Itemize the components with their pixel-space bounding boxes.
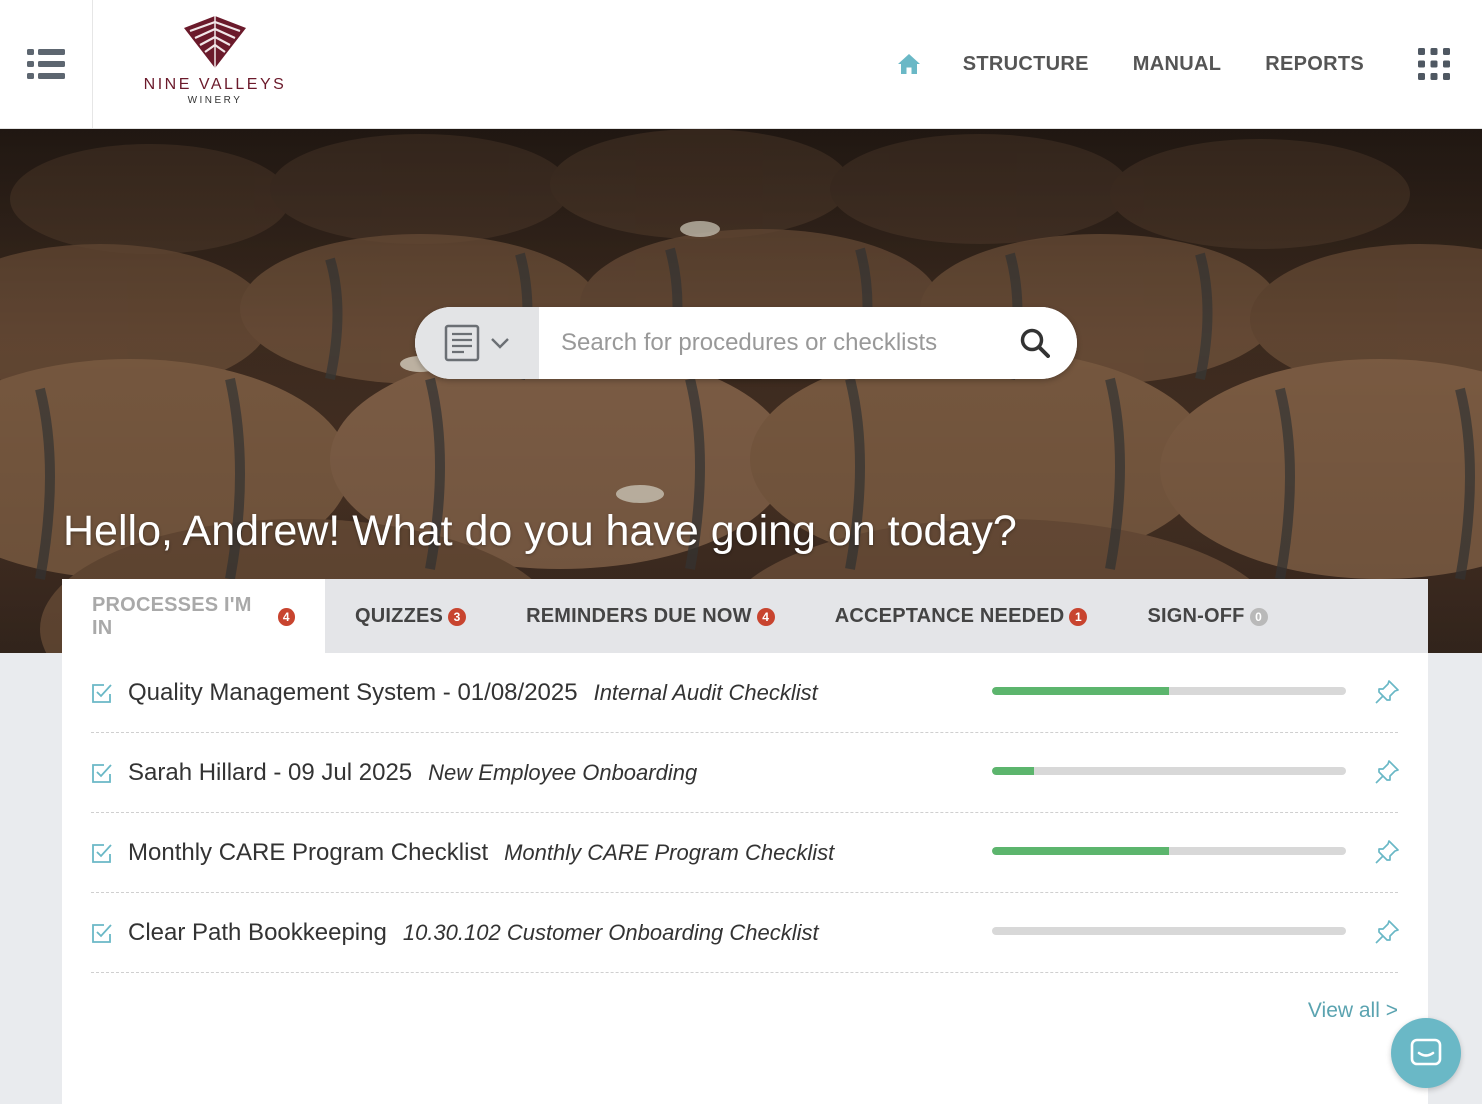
pin-icon xyxy=(1375,920,1399,944)
brand-logo[interactable]: NINE VALLEYS WINERY xyxy=(130,14,300,119)
pin-icon xyxy=(1375,840,1399,864)
brand-subtitle: WINERY xyxy=(187,95,243,106)
apps-menu-button[interactable] xyxy=(1418,48,1450,80)
nav-structure[interactable]: STRUCTURE xyxy=(963,53,1089,76)
search-button[interactable] xyxy=(993,307,1077,379)
process-row[interactable]: Sarah Hillard - 09 Jul 2025 New Employee… xyxy=(91,733,1400,813)
process-title: Quality Management System - 01/08/2025 xyxy=(128,678,578,706)
tab-reminders[interactable]: REMINDERS DUE NOW 4 xyxy=(496,579,805,654)
top-header: NINE VALLEYS WINERY STRUCTURE MANUAL REP… xyxy=(0,0,1482,129)
search-type-dropdown[interactable] xyxy=(415,307,539,379)
process-progress-fill xyxy=(992,847,1169,855)
process-row[interactable]: Clear Path Bookkeeping 10.30.102 Custome… xyxy=(91,893,1400,973)
tab-quizzes[interactable]: QUIZZES 3 xyxy=(325,579,496,654)
hero-banner: Hello, Andrew! What do you have going on… xyxy=(0,129,1482,653)
dashboard-tabs: PROCESSES I'M IN 4 QUIZZES 3 REMINDERS D… xyxy=(62,579,1428,654)
pin-icon xyxy=(1375,760,1399,784)
process-progress-bar xyxy=(992,767,1346,775)
greeting-heading: Hello, Andrew! What do you have going on… xyxy=(63,507,1017,555)
process-checklist-name: New Employee Onboarding xyxy=(428,759,698,785)
process-progress-fill xyxy=(992,767,1035,775)
processes-panel: Quality Management System - 01/08/2025 I… xyxy=(62,653,1428,1104)
brand-name: NINE VALLEYS xyxy=(143,76,287,93)
checklist-checkbox-icon xyxy=(92,843,112,863)
process-progress-fill xyxy=(992,687,1169,695)
pin-button[interactable] xyxy=(1374,839,1400,865)
acceptance-count-badge: 1 xyxy=(1069,607,1088,626)
search-icon xyxy=(1020,328,1050,358)
search-bar xyxy=(415,307,1077,379)
pin-icon xyxy=(1375,680,1399,704)
pin-button[interactable] xyxy=(1374,679,1400,705)
chat-launcher-button[interactable] xyxy=(1391,1018,1461,1088)
vineyard-logo-icon xyxy=(184,16,246,68)
process-title: Sarah Hillard - 09 Jul 2025 xyxy=(128,758,413,786)
nav-home-button[interactable] xyxy=(897,53,921,75)
process-title: Monthly CARE Program Checklist xyxy=(128,838,489,866)
checklist-checkbox-icon xyxy=(92,923,112,943)
process-checklist-name: Internal Audit Checklist xyxy=(593,679,818,705)
home-icon xyxy=(897,54,920,74)
tab-acceptance[interactable]: ACCEPTANCE NEEDED 1 xyxy=(805,579,1118,654)
sign-off-count-badge: 0 xyxy=(1249,607,1268,626)
process-progress-bar xyxy=(992,927,1346,935)
main-nav: STRUCTURE MANUAL REPORTS xyxy=(897,0,1482,128)
quizzes-count-badge: 3 xyxy=(448,607,467,626)
chat-icon xyxy=(1410,1038,1442,1066)
tab-sign-off[interactable]: SIGN-OFF 0 xyxy=(1117,579,1297,654)
process-row[interactable]: Quality Management System - 01/08/2025 I… xyxy=(91,653,1400,733)
chevron-down-icon xyxy=(491,338,509,349)
process-checklist-name: 10.30.102 Customer Onboarding Checklist xyxy=(402,919,819,945)
document-icon xyxy=(444,324,480,362)
nav-manual[interactable]: MANUAL xyxy=(1133,53,1221,76)
pin-button[interactable] xyxy=(1374,759,1400,785)
process-row[interactable]: Monthly CARE Program Checklist Monthly C… xyxy=(91,813,1400,893)
list-menu-icon xyxy=(27,49,65,79)
nav-reports[interactable]: REPORTS xyxy=(1265,53,1364,76)
processes-count-badge: 4 xyxy=(277,607,295,626)
pin-button[interactable] xyxy=(1374,919,1400,945)
checklist-checkbox-icon xyxy=(92,683,112,703)
process-progress-bar xyxy=(992,847,1346,855)
process-progress-bar xyxy=(992,687,1346,695)
checklist-checkbox-icon xyxy=(92,763,112,783)
search-input[interactable] xyxy=(539,307,993,379)
view-all-link[interactable]: View all > xyxy=(1308,999,1398,1023)
process-checklist-name: Monthly CARE Program Checklist xyxy=(504,839,835,865)
process-title: Clear Path Bookkeeping xyxy=(128,918,387,946)
tab-processes[interactable]: PROCESSES I'M IN 4 xyxy=(62,579,325,654)
apps-grid-icon xyxy=(1418,48,1450,80)
reminders-count-badge: 4 xyxy=(756,607,775,626)
menu-toggle-button[interactable] xyxy=(0,0,93,128)
